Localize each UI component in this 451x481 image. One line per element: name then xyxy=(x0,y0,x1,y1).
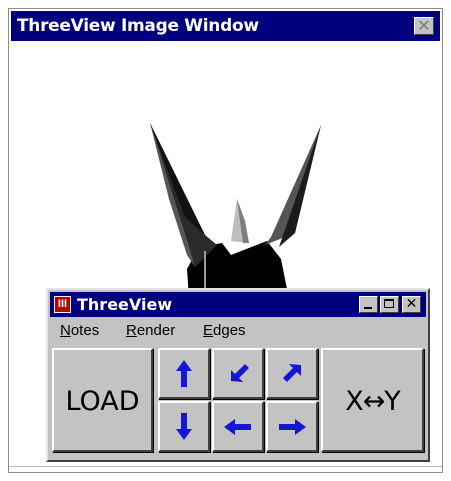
app-icon[interactable]: III xyxy=(54,296,71,313)
close-button[interactable]: ✕ xyxy=(402,296,421,313)
maximize-button[interactable] xyxy=(380,296,399,313)
rotate-up-button[interactable] xyxy=(158,348,210,399)
menu-render[interactable]: Render xyxy=(126,322,175,339)
arrow-up-right-icon xyxy=(283,364,301,382)
load-button[interactable]: LOAD xyxy=(52,348,153,452)
rotate-up-right-button[interactable] xyxy=(266,348,318,399)
arrow-left-icon xyxy=(224,419,251,435)
app-icon-glyph: III xyxy=(57,298,68,310)
menu-bar: Notes Render Edges xyxy=(50,319,426,343)
menu-render-rest: ender xyxy=(136,322,176,339)
arrow-right-icon xyxy=(279,419,306,435)
swap-xy-button[interactable]: X↔Y xyxy=(321,348,424,452)
image-window-bottom-edge xyxy=(9,466,442,472)
rotate-down-button[interactable] xyxy=(158,401,210,452)
maximize-icon xyxy=(384,299,394,308)
threeview-title-bar[interactable]: III ThreeView ✕ xyxy=(50,292,426,317)
rotate-right-button[interactable] xyxy=(266,401,318,452)
menu-notes-accel: N xyxy=(60,322,71,339)
menu-edges[interactable]: Edges xyxy=(203,322,246,339)
threeview-window: III ThreeView ✕ Notes Render Edges LOAD xyxy=(46,288,430,462)
toolbar: LOAD X↔Y xyxy=(52,348,424,454)
arrow-up-icon xyxy=(176,360,192,387)
rotate-down-left-button[interactable] xyxy=(212,348,264,399)
load-button-label: LOAD xyxy=(65,386,140,417)
menu-edges-rest: dges xyxy=(213,322,246,339)
menu-notes[interactable]: Notes xyxy=(60,322,99,339)
minimize-button[interactable] xyxy=(359,296,378,313)
minimize-icon xyxy=(364,307,372,309)
swap-xy-button-label: X↔Y xyxy=(345,386,401,417)
threeview-title: ThreeView xyxy=(77,295,173,314)
close-icon: ✕ xyxy=(405,296,418,312)
menu-edges-accel: E xyxy=(203,322,214,339)
arrow-down-left-icon xyxy=(231,364,249,382)
menu-render-accel: R xyxy=(126,322,137,339)
menu-notes-rest: otes xyxy=(70,322,100,339)
arrow-down-icon xyxy=(176,413,192,440)
rotate-left-button[interactable] xyxy=(212,401,264,452)
